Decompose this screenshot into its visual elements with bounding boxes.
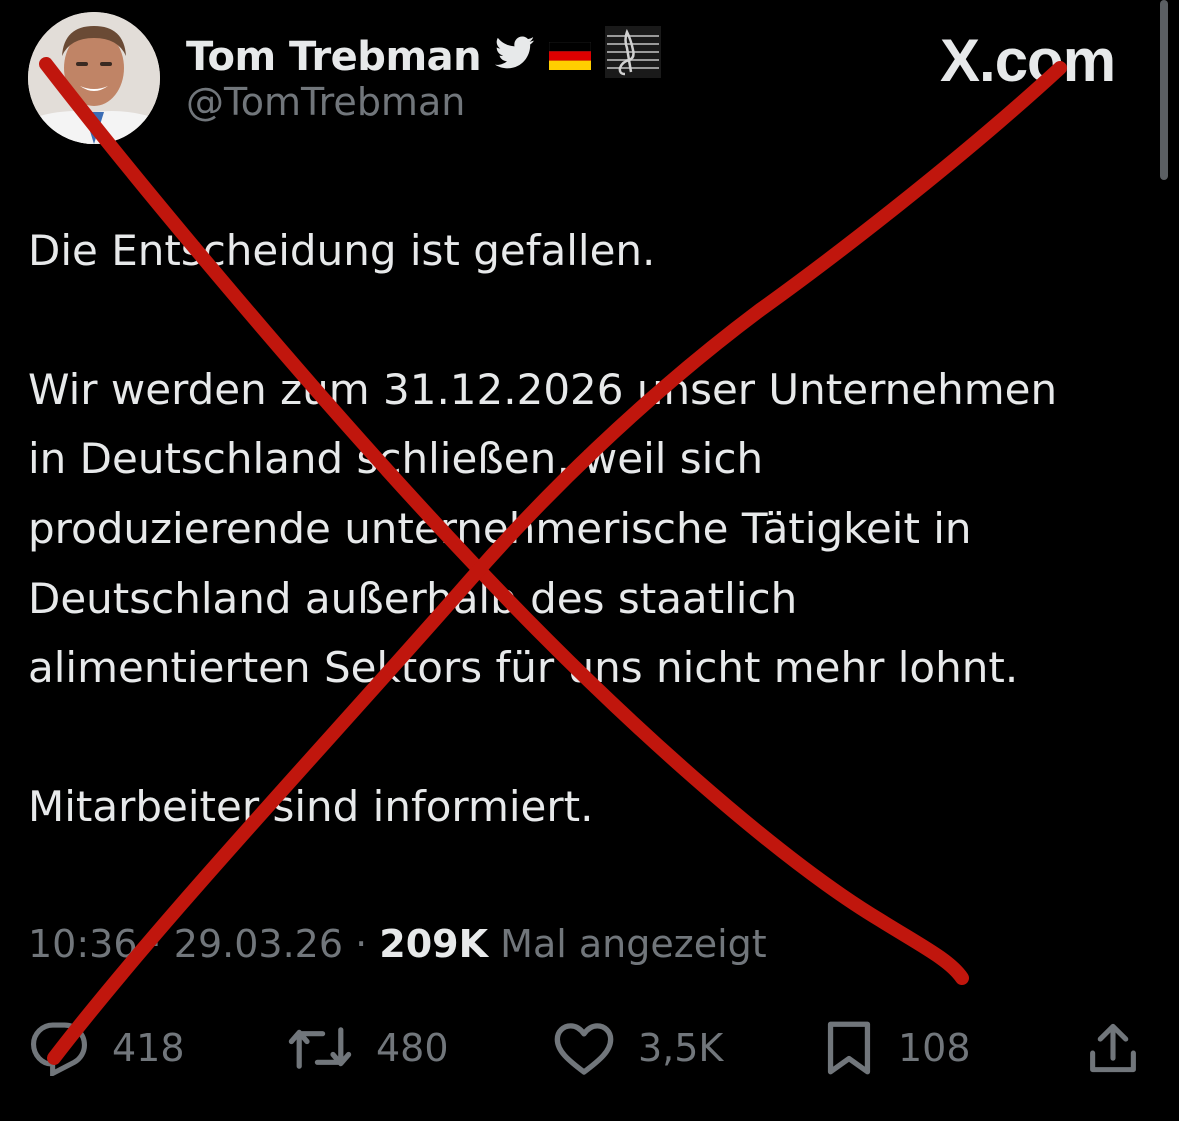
meta-separator: · [355, 922, 368, 966]
bookmark-button[interactable]: 108 [822, 1016, 971, 1080]
reply-button[interactable]: 418 [28, 1016, 185, 1080]
repost-button[interactable]: 480 [286, 1016, 449, 1080]
scrollbar[interactable] [1160, 0, 1168, 180]
tweet-line: in Deutschland schließen, weil sich [28, 434, 764, 483]
heart-icon [552, 1020, 616, 1076]
brand-watermark: X.com [940, 27, 1116, 94]
bookmark-icon [822, 1019, 876, 1077]
like-button[interactable]: 3,5K [552, 1016, 723, 1080]
profile-photo [28, 12, 160, 144]
tweet-line: Die Entscheidung ist gefallen. [28, 226, 656, 275]
reply-count: 418 [112, 1026, 185, 1070]
tweet-line: Wir werden zum 31.12.2026 unser Unterneh… [28, 365, 1058, 414]
tweet-line: produzierende unternehmerische Tätigkeit… [28, 504, 972, 553]
avatar[interactable] [28, 12, 160, 144]
meta-separator: · [149, 922, 162, 966]
like-count: 3,5K [638, 1026, 724, 1070]
view-count-label: Mal angezeigt [500, 922, 767, 966]
music-staff-icon [605, 26, 662, 88]
bookmark-count: 108 [898, 1026, 971, 1070]
tweet-line: Mitarbeiter sind informiert. [28, 782, 594, 831]
share-icon [1084, 1020, 1142, 1076]
share-button[interactable] [1084, 1016, 1142, 1080]
tweet-date[interactable]: 29.03.26 [174, 922, 343, 966]
tweet-meta: 10:36 · 29.03.26 · 209K Mal angezeigt [28, 922, 767, 966]
tweet-line: alimentierten Sektors für uns nicht mehr… [28, 643, 1019, 692]
reply-icon [28, 1020, 90, 1076]
tweet-time[interactable]: 10:36 [28, 922, 138, 966]
author-name[interactable]: Tom Trebman [186, 34, 482, 80]
bird-icon [495, 34, 535, 80]
germany-flag-icon [548, 34, 592, 80]
repost-count: 480 [376, 1026, 449, 1070]
view-count: 209K [379, 922, 489, 966]
author-name-row[interactable]: Tom Trebman [186, 26, 662, 88]
tweet-line: Deutschland außerhalb des staatlich [28, 574, 798, 623]
repost-icon [286, 1022, 354, 1074]
author-handle[interactable]: @TomTrebman [186, 80, 465, 124]
